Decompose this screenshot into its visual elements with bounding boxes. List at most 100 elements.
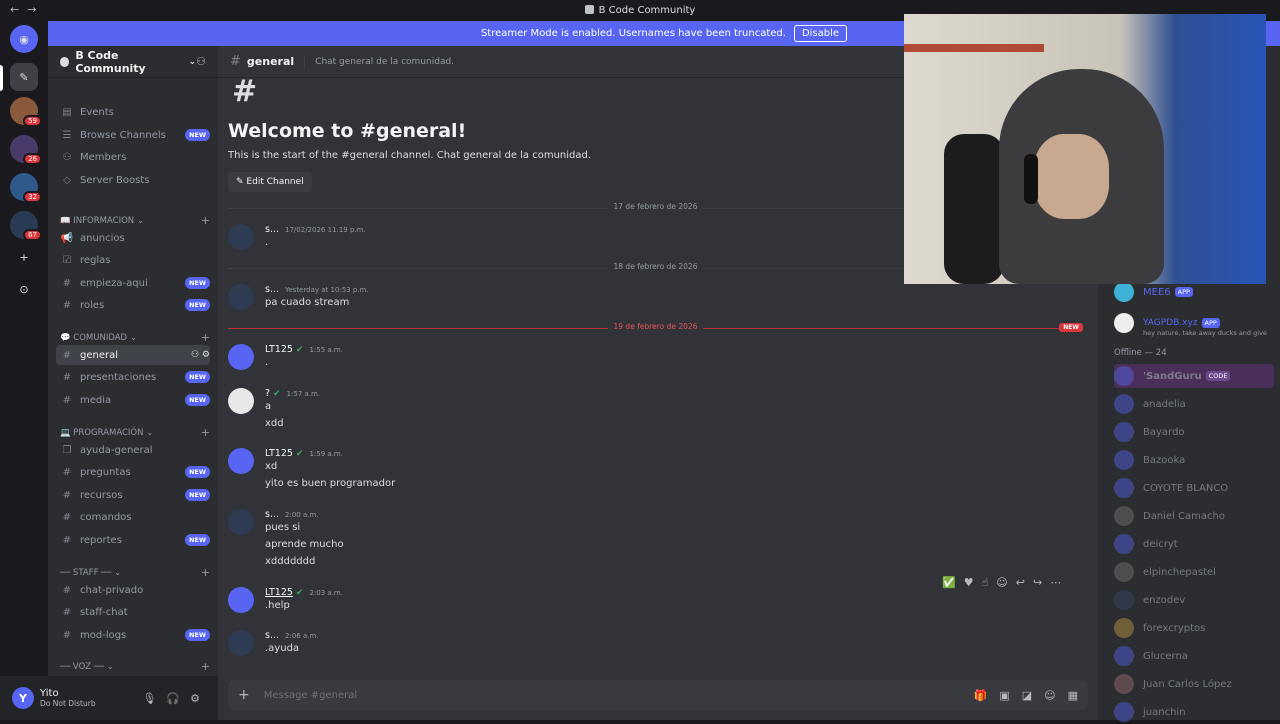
channel-name: general <box>246 55 295 68</box>
sidebar-item-server-boosts[interactable]: ◇ Server Boosts <box>56 170 210 190</box>
members-icon: ⚇ <box>62 151 72 163</box>
check-reaction-icon[interactable]: ✅ <box>942 576 956 589</box>
disable-button[interactable]: Disable <box>793 25 848 42</box>
apps-icon[interactable]: ▦ <box>1068 689 1078 702</box>
avatar[interactable]: Y <box>12 687 34 709</box>
username: Yito <box>40 688 59 699</box>
channel-empieza-aqui[interactable]: # empieza-aqui NEW <box>56 273 210 293</box>
server-header[interactable]: B Code Community ⌄ ⚇ <box>48 46 218 78</box>
sidebar-item-browse-channels[interactable]: ☰ Browse Channels NEW <box>56 125 210 145</box>
invite-people-icon[interactable]: ⚇ <box>196 55 206 68</box>
avatar[interactable] <box>228 388 254 414</box>
channel-roles[interactable]: # roles NEW <box>56 295 210 315</box>
member-item[interactable]: Juan Carlos López <box>1114 672 1274 696</box>
member-item[interactable]: Glucerna <box>1114 644 1274 668</box>
add-channel-icon[interactable]: + <box>201 566 210 579</box>
avatar <box>1114 478 1134 498</box>
channel-ayuda-general[interactable]: ❐ ayuda-general <box>56 440 210 460</box>
channel-chat-privado[interactable]: # chat-privado <box>56 580 210 600</box>
edit-channel-button[interactable]: ✎ Edit Channel <box>228 172 312 192</box>
discord-home-icon[interactable]: ◉ <box>10 25 38 53</box>
discover-icon[interactable]: ⊙ <box>10 275 38 303</box>
member-item[interactable]: Bayardo <box>1114 420 1274 444</box>
message-input[interactable]: Message #general <box>264 690 974 701</box>
channel-mod-logs[interactable]: # mod-logs NEW <box>56 625 210 645</box>
message-author[interactable]: LT125 <box>265 587 293 598</box>
message-author[interactable]: s... <box>265 284 279 295</box>
add-channel-icon[interactable]: + <box>201 660 210 673</box>
member-item[interactable]: enzodev <box>1114 588 1274 612</box>
member-item[interactable]: COYOTE BLANCO <box>1114 476 1274 500</box>
sidebar-item-members[interactable]: ⚇ Members <box>56 147 210 167</box>
avatar[interactable] <box>228 509 254 535</box>
member-item[interactable]: juanchin <box>1114 700 1274 724</box>
reply-icon[interactable]: ↩ <box>1016 576 1025 589</box>
category-staff[interactable]: ── STAFF ── ⌄ + <box>60 566 210 579</box>
server-folder-4[interactable]: 67 <box>10 211 42 241</box>
sidebar-item-events[interactable]: ▤ Events <box>56 102 210 122</box>
channel-media[interactable]: # media NEW <box>56 390 210 410</box>
avatar[interactable] <box>228 587 254 613</box>
chevron-down-icon: ⌄ <box>146 427 154 438</box>
message-timestamp: Yesterday at 10:53 p.m. <box>285 285 369 294</box>
member-item[interactable]: elpinchepastel <box>1114 560 1274 584</box>
message-author[interactable]: s... <box>265 509 279 520</box>
attach-plus-icon[interactable]: + <box>238 687 250 703</box>
channel-anuncios[interactable]: 📢 anuncios <box>56 228 210 248</box>
add-reaction-icon[interactable]: ☺ <box>996 576 1007 589</box>
channel-staff-chat[interactable]: # staff-chat <box>56 602 210 622</box>
category-comunidad[interactable]: 💬 COMUNIDAD ⌄ + <box>60 331 210 344</box>
server-icon-bcode[interactable]: ✎ <box>10 63 38 91</box>
category-programacion[interactable]: 💻 PROGRAMACIÓN ⌄ + <box>60 426 210 439</box>
avatar[interactable] <box>228 630 254 656</box>
avatar[interactable] <box>228 448 254 474</box>
channel-preguntas[interactable]: # preguntas NEW <box>56 462 210 482</box>
member-item[interactable]: YAGPDB.xyz APP hey nature, take away ducks… <box>1114 308 1274 338</box>
member-item[interactable]: forexcryptos <box>1114 616 1274 640</box>
member-item[interactable]: deicryt <box>1114 532 1274 556</box>
add-server-icon[interactable]: + <box>10 243 38 271</box>
message-author[interactable]: s... <box>265 224 279 235</box>
category-informacion[interactable]: 📖 INFORMACION ⌄ + <box>60 214 210 227</box>
heart-reaction-icon[interactable]: ♥ <box>964 576 974 589</box>
forward-icon[interactable]: ↪ <box>1033 576 1042 589</box>
channel-general[interactable]: # general ⚇ ⚙ <box>56 345 210 365</box>
message-text: xdd <box>265 418 284 429</box>
headphones-icon[interactable]: 🎧 <box>166 692 180 705</box>
channel-reglas[interactable]: ☑ reglas <box>56 250 210 270</box>
channel-recursos[interactable]: # recursos NEW <box>56 485 210 505</box>
member-item[interactable]: Daniel Camacho <box>1114 504 1274 528</box>
member-item[interactable]: 'SandGuru CODE <box>1114 364 1274 388</box>
channel-presentaciones[interactable]: # presentaciones NEW <box>56 367 210 387</box>
member-item[interactable]: Bazooka <box>1114 448 1274 472</box>
server-folder-1[interactable]: 59 <box>10 97 42 127</box>
message-text: . <box>265 237 269 248</box>
server-folder-2[interactable]: 26 <box>10 135 42 165</box>
channel-settings-icon[interactable]: ⚇ ⚙ <box>191 350 210 360</box>
emoji-icon[interactable]: ☺ <box>1044 689 1055 702</box>
server-folder-3[interactable]: 32 <box>10 173 42 203</box>
gear-icon[interactable]: ⚙ <box>190 692 200 705</box>
microphone-icon[interactable]: 🎙 <box>142 692 156 705</box>
gif-icon[interactable]: ▣ <box>999 689 1009 702</box>
message-author[interactable]: s... <box>265 630 279 641</box>
avatar[interactable] <box>228 284 254 310</box>
member-item[interactable]: anadelia <box>1114 392 1274 416</box>
sticker-icon[interactable]: ◪ <box>1022 689 1032 702</box>
channel-comandos[interactable]: # comandos <box>56 507 210 527</box>
add-channel-icon[interactable]: + <box>201 331 210 344</box>
message-author[interactable]: ? <box>265 388 270 399</box>
more-icon[interactable]: ⋯ <box>1050 576 1061 589</box>
channel-reportes[interactable]: # reportes NEW <box>56 530 210 550</box>
category-voz[interactable]: ── VOZ ── ⌄ + <box>60 660 210 673</box>
point-reaction-icon[interactable]: ☝ <box>982 576 989 589</box>
hash-icon: # <box>62 394 72 406</box>
gift-icon[interactable]: 🎁 <box>974 689 988 702</box>
message-author[interactable]: LT125 <box>265 344 293 355</box>
avatar[interactable] <box>228 224 254 250</box>
message-author[interactable]: LT125 <box>265 448 293 459</box>
add-channel-icon[interactable]: + <box>201 214 210 227</box>
avatar[interactable] <box>228 344 254 370</box>
add-channel-icon[interactable]: + <box>201 426 210 439</box>
message-composer[interactable]: + Message #general 🎁 ▣ ◪ ☺ ▦ <box>228 680 1088 710</box>
